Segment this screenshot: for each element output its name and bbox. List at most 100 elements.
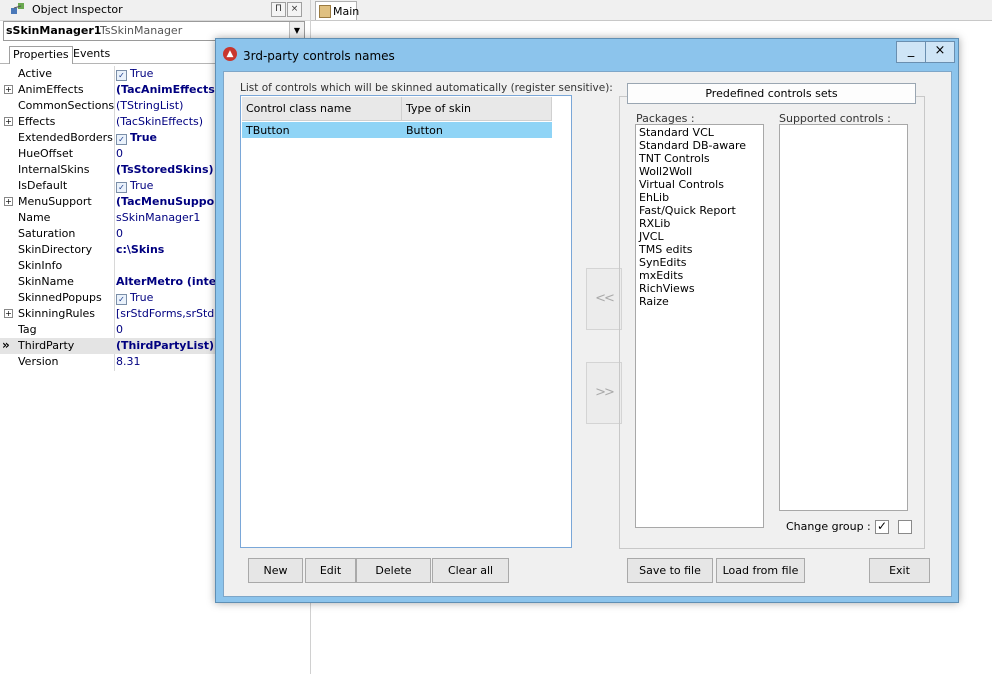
- property-value[interactable]: [srStdForms,srStdDialogs]: [116, 307, 216, 322]
- list-item[interactable]: Standard VCL: [639, 126, 714, 139]
- tab-main[interactable]: Main: [315, 1, 360, 20]
- property-name: Saturation: [18, 227, 76, 240]
- property-value[interactable]: 8.31: [116, 355, 216, 370]
- list-item[interactable]: RXLib: [639, 217, 670, 230]
- table-row[interactable]: TButton Button: [242, 122, 552, 138]
- form-icon: [319, 5, 331, 18]
- property-name: SkinInfo: [18, 259, 63, 272]
- expand-icon[interactable]: +: [4, 309, 13, 318]
- change-group-checkbox-checked[interactable]: ✓: [875, 520, 889, 534]
- change-group-checkbox-unchecked[interactable]: [898, 520, 912, 534]
- controls-list[interactable]: Control class name Type of skin TButton …: [240, 95, 572, 548]
- property-value-text: 0: [116, 147, 123, 160]
- list-item[interactable]: EhLib: [639, 191, 669, 204]
- list-item[interactable]: Standard DB-aware: [639, 139, 746, 152]
- property-value[interactable]: c:\Skins: [116, 243, 216, 258]
- list-item[interactable]: Woll2Woll: [639, 165, 692, 178]
- property-checkbox[interactable]: ✓: [116, 134, 127, 145]
- column-header-skin-type[interactable]: Type of skin: [402, 97, 552, 120]
- edit-button[interactable]: Edit: [305, 558, 356, 583]
- tab-properties[interactable]: Properties: [9, 46, 73, 64]
- predefined-sets-caption[interactable]: Predefined controls sets: [627, 83, 916, 104]
- property-name: Active: [18, 67, 53, 80]
- property-value-text: (TacAnimEffects): [116, 83, 216, 96]
- exit-button[interactable]: Exit: [869, 558, 930, 583]
- list-item[interactable]: Virtual Controls: [639, 178, 724, 191]
- save-to-file-button[interactable]: Save to file: [627, 558, 713, 583]
- property-checkbox[interactable]: ✓: [116, 70, 127, 81]
- property-value[interactable]: ✓ True: [116, 131, 216, 146]
- clear-all-button[interactable]: Clear all: [432, 558, 509, 583]
- property-name: Effects: [18, 115, 56, 128]
- property-value-text: True: [130, 291, 154, 304]
- property-value[interactable]: (ThirdPartyList): [116, 339, 216, 354]
- property-value-text: (TsStoredSkins): [116, 163, 214, 176]
- dialog-titlebar[interactable]: ▲ 3rd-party controls names _ ×: [216, 39, 958, 71]
- remove-from-list-button[interactable]: >>: [586, 362, 622, 424]
- list-item[interactable]: TMS edits: [639, 243, 693, 256]
- expand-icon[interactable]: +: [4, 197, 13, 206]
- list-item[interactable]: RichViews: [639, 282, 695, 295]
- property-name: InternalSkins: [18, 163, 90, 176]
- property-value[interactable]: sSkinManager1: [116, 211, 216, 226]
- property-value[interactable]: ✓ True: [116, 291, 216, 306]
- property-name: Version: [18, 355, 59, 368]
- current-row-icon: »: [2, 338, 10, 352]
- column-header-class-name[interactable]: Control class name: [242, 97, 402, 120]
- expand-icon[interactable]: +: [4, 85, 13, 94]
- property-value[interactable]: [116, 259, 216, 274]
- property-value-text: [srStdForms,srStdDialogs]: [116, 307, 216, 320]
- list-header: Control class name Type of skin: [242, 97, 552, 121]
- list-item[interactable]: TNT Controls: [639, 152, 710, 165]
- packages-list[interactable]: Standard VCL Standard DB-aware TNT Control…: [635, 124, 764, 528]
- list-item[interactable]: Raize: [639, 295, 669, 308]
- property-value[interactable]: ✓ True: [116, 67, 216, 82]
- pin-icon[interactable]: П: [271, 2, 286, 17]
- add-to-list-button[interactable]: <<: [586, 268, 622, 330]
- new-button[interactable]: New: [248, 558, 303, 583]
- tab-events[interactable]: Events: [70, 46, 113, 62]
- tab-main-label: Main: [333, 5, 360, 18]
- delete-button[interactable]: Delete: [356, 558, 431, 583]
- list-item[interactable]: JVCL: [639, 230, 664, 243]
- cell-skin-type: Button: [406, 124, 443, 137]
- property-checkbox[interactable]: ✓: [116, 294, 127, 305]
- property-value-text: (TacMenuSupport): [116, 195, 216, 208]
- property-value-text: (ThirdPartyList): [116, 339, 215, 352]
- change-group-label: Change group :: [786, 520, 871, 533]
- load-from-file-button[interactable]: Load from file: [716, 558, 805, 583]
- list-item[interactable]: SynEdits: [639, 256, 687, 269]
- property-name: Name: [18, 211, 51, 224]
- property-value[interactable]: (TStringList): [116, 99, 216, 114]
- property-name: MenuSupport: [18, 195, 92, 208]
- cell-class-name: TButton: [246, 124, 290, 137]
- property-value[interactable]: (TsStoredSkins): [116, 163, 216, 178]
- property-value[interactable]: 0: [116, 147, 216, 162]
- property-value-text: True: [130, 131, 158, 144]
- property-value[interactable]: 0: [116, 323, 216, 338]
- property-value-text: True: [130, 179, 154, 192]
- property-value[interactable]: AlterMetro (internal): [116, 275, 216, 290]
- close-button[interactable]: ×: [925, 41, 955, 63]
- property-name: IsDefault: [18, 179, 68, 192]
- object-inspector-titlebar: Object Inspector П ×: [0, 0, 310, 21]
- supported-controls-list[interactable]: [779, 124, 908, 511]
- property-value[interactable]: (TacAnimEffects): [116, 83, 216, 98]
- property-name: AnimEffects: [18, 83, 84, 96]
- minimize-button[interactable]: _: [896, 41, 926, 63]
- list-item[interactable]: Fast/Quick Report: [639, 204, 736, 217]
- list-item[interactable]: mxEdits: [639, 269, 683, 282]
- property-value[interactable]: (TacSkinEffects): [116, 115, 216, 130]
- property-name: ThirdParty: [18, 339, 75, 352]
- property-value[interactable]: (TacMenuSupport): [116, 195, 216, 210]
- property-value[interactable]: 0: [116, 227, 216, 242]
- app-icon: ▲: [223, 47, 237, 61]
- property-checkbox[interactable]: ✓: [116, 182, 127, 193]
- expand-icon[interactable]: +: [4, 117, 13, 126]
- close-icon[interactable]: ×: [287, 2, 302, 17]
- property-value-text: True: [130, 67, 154, 80]
- inspector-icon: [10, 2, 26, 16]
- property-value[interactable]: ✓ True: [116, 179, 216, 194]
- property-value-text: (TacSkinEffects): [116, 115, 204, 128]
- property-name: Tag: [18, 323, 37, 336]
